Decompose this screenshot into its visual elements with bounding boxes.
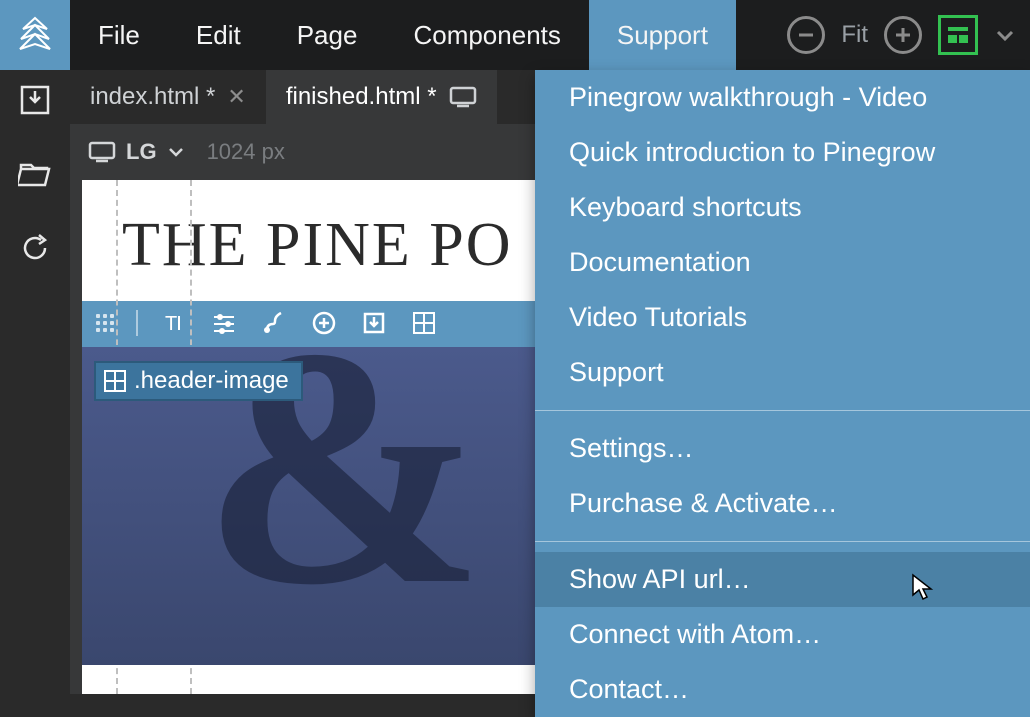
zoom-out-button[interactable] [787, 16, 825, 54]
plus-icon [893, 25, 913, 45]
zoom-fit-label[interactable]: Fit [841, 21, 868, 49]
tab-close-button[interactable]: ✕ [227, 84, 245, 110]
document-tab[interactable]: index.html * ✕ [70, 70, 266, 124]
rail-project-button[interactable] [17, 156, 53, 192]
menu-components[interactable]: Components [385, 0, 588, 70]
dropdown-item[interactable]: Purchase & Activate… [535, 476, 1030, 531]
ampersand-graphic: & [202, 297, 485, 637]
folder-open-icon [18, 159, 52, 189]
menu-file[interactable]: File [70, 0, 168, 70]
dropdown-item[interactable]: Documentation [535, 235, 1030, 290]
tab-label: finished.html * [286, 83, 437, 111]
top-right-controls: Fit [787, 0, 1030, 70]
dropdown-item[interactable]: Quick introduction to Pinegrow [535, 125, 1030, 180]
text-icon: T [161, 310, 187, 336]
layout-grid-icon [946, 23, 970, 47]
menu-edit[interactable]: Edit [168, 0, 269, 70]
dropdown-item[interactable]: Video Tutorials [535, 290, 1030, 345]
dropdown-item[interactable]: Pinegrow walkthrough - Video [535, 70, 1030, 125]
menu-support[interactable]: Support [589, 0, 736, 70]
chevron-down-icon [994, 24, 1016, 46]
svg-text:T: T [165, 313, 177, 335]
rail-undo-button[interactable] [17, 230, 53, 266]
dropdown-item[interactable]: Contact… [535, 662, 1030, 717]
dropdown-item[interactable]: Support [535, 345, 1030, 400]
dropdown-separator [535, 541, 1030, 542]
minus-icon [796, 25, 816, 45]
dropdown-separator [535, 410, 1030, 411]
download-page-icon [18, 83, 52, 117]
selection-label: .header-image [134, 367, 289, 395]
device-icon [449, 86, 477, 108]
app-logo[interactable] [0, 0, 70, 70]
tab-label: index.html * [90, 83, 215, 111]
top-menubar: FileEditPageComponentsSupport Fit [0, 0, 1030, 70]
undo-icon [18, 231, 52, 265]
selection-badge[interactable]: .header-image [94, 361, 303, 401]
drag-handle-icon[interactable] [96, 314, 114, 332]
dropdown-item[interactable]: Connect with Atom… [535, 607, 1030, 662]
pinecone-icon [15, 15, 55, 55]
menu-page[interactable]: Page [269, 0, 386, 70]
viewport-width: 1024 px [207, 139, 285, 165]
zoom-in-button[interactable] [884, 16, 922, 54]
viewport-breakpoint[interactable]: LG [126, 139, 157, 165]
chevron-down-icon[interactable] [167, 143, 185, 161]
document-tab[interactable]: finished.html * [266, 70, 497, 124]
dropdown-item[interactable]: Keyboard shortcuts [535, 180, 1030, 235]
dropdown-item[interactable]: Settings… [535, 421, 1030, 476]
left-rail [0, 70, 70, 694]
edit-text-button[interactable]: T [160, 309, 188, 337]
grid-toggle-chevron[interactable] [994, 24, 1016, 46]
selection-grid-icon [104, 370, 126, 392]
rail-import-button[interactable] [17, 82, 53, 118]
dropdown-item[interactable]: Show API url… [535, 552, 1030, 607]
grid-toggle-button[interactable] [938, 15, 978, 55]
support-dropdown: Pinegrow walkthrough - VideoQuick introd… [535, 70, 1030, 717]
device-icon [88, 141, 116, 163]
